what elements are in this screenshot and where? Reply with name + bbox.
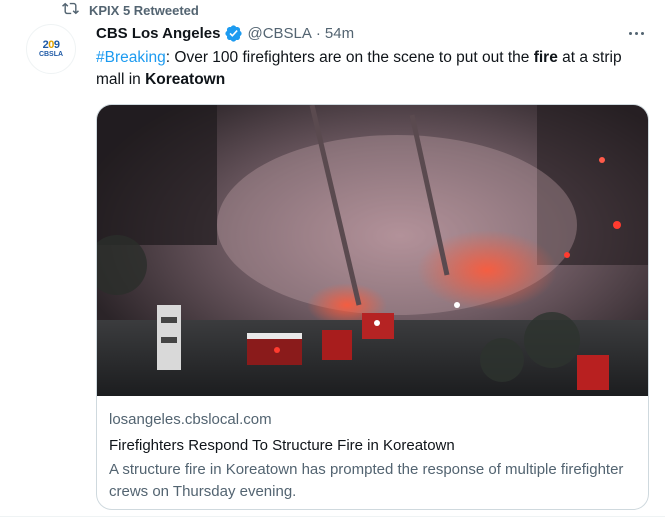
more-options-icon[interactable]: [625, 24, 647, 42]
hashtag-link[interactable]: #Breaking: [96, 49, 166, 66]
card-meta[interactable]: losangeles.cbslocal.com Firefighters Res…: [109, 409, 636, 503]
social-context: KPIX 5 Retweeted: [62, 2, 199, 18]
tweet-text-part: : Over 100 firefighters are on the scene…: [165, 49, 534, 66]
tweet-text-bold: fire: [533, 49, 558, 66]
card-domain: losangeles.cbslocal.com: [109, 411, 272, 428]
tweet-header: CBS Los Angeles @CBSLA · 54m: [96, 22, 354, 44]
tweet-text: #Breaking: Over 100 firefighters are on …: [96, 47, 644, 91]
author-display-name[interactable]: CBS Los Angeles: [96, 25, 220, 42]
tweet-text-bold: Koreatown: [145, 71, 226, 88]
tweet-timestamp[interactable]: 54m: [325, 25, 354, 42]
avatar-logo-text: CBSLA: [38, 51, 64, 58]
verified-badge-icon[interactable]: [224, 24, 243, 43]
tweet-article[interactable]: KPIX 5 Retweeted 209 CBSLA CBS Los Angel…: [0, 0, 665, 517]
card-title: Firefighters Respond To Structure Fire i…: [109, 437, 455, 454]
retweet-icon: [62, 0, 79, 20]
separator-dot: ·: [315, 24, 321, 42]
card-description: A structure fire in Koreatown has prompt…: [109, 461, 624, 500]
link-preview-card[interactable]: losangeles.cbslocal.com Firefighters Res…: [96, 104, 649, 510]
avatar[interactable]: 209 CBSLA: [26, 24, 76, 74]
author-handle[interactable]: @CBSLA: [247, 25, 311, 42]
avatar-logo-digits: 209: [42, 39, 60, 51]
card-image[interactable]: [97, 105, 648, 396]
retweet-label[interactable]: KPIX 5 Retweeted: [89, 3, 199, 18]
